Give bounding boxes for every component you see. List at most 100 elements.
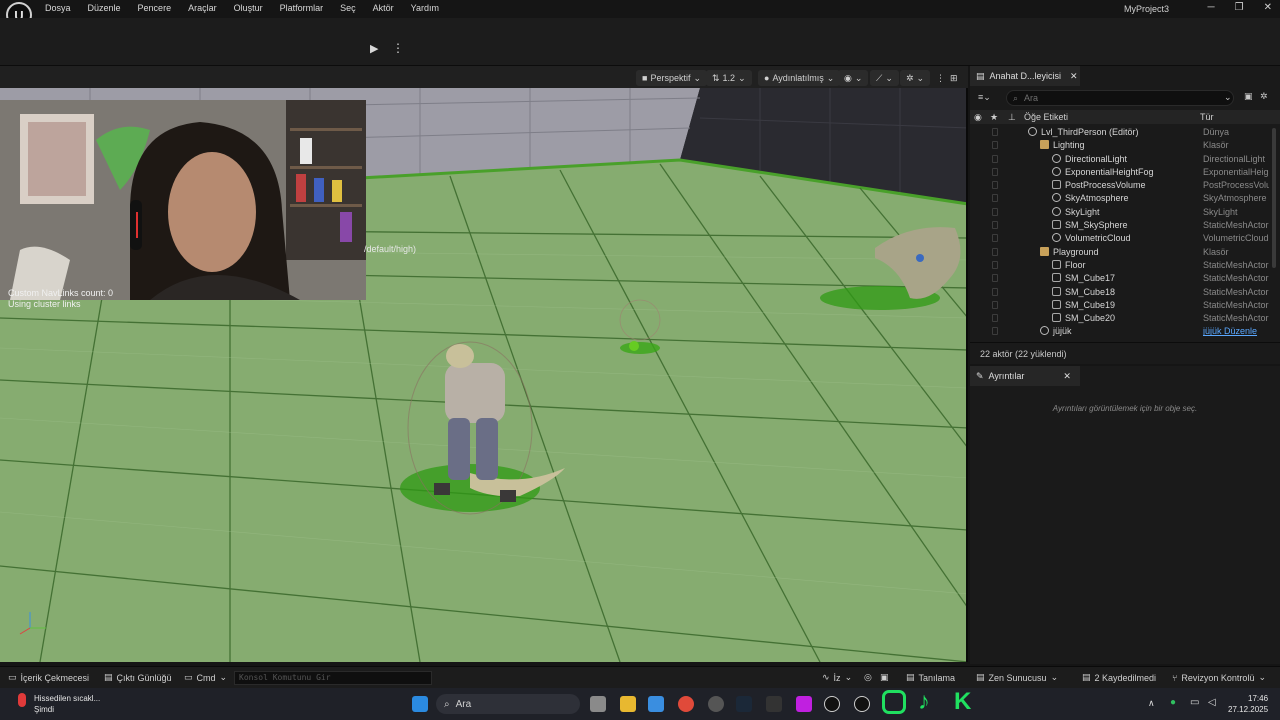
record-button[interactable]: ◎ (864, 672, 872, 683)
close-tab-icon[interactable]: ✕ (1063, 371, 1071, 382)
outliner-row[interactable]: Lvl_ThirdPerson (Editör) Dünya (970, 126, 1270, 139)
network-icon[interactable]: ▭ (1190, 697, 1199, 708)
weather-icon[interactable] (14, 693, 30, 713)
outliner-row[interactable]: SM_Cube20 StaticMeshActor (970, 312, 1270, 325)
menu-araclar[interactable]: Araçlar (188, 3, 226, 13)
epic-icon[interactable] (766, 696, 782, 712)
visibility-toggle-icon[interactable] (992, 327, 998, 336)
diagnostics-button[interactable]: ▤ Tanılama (906, 672, 955, 683)
level-viewport[interactable]: Custom NavLinks count: 0 Using cluster l… (0, 88, 968, 662)
outliner-search-input[interactable]: ⌕ Ara (1006, 90, 1234, 106)
close-icon[interactable]: ✕ (1264, 2, 1272, 13)
visibility-toggle-icon[interactable] (992, 141, 998, 150)
gear-icon[interactable]: ✲ (1260, 91, 1268, 102)
outliner-row[interactable]: VolumetricCloud VolumetricCloud (970, 232, 1270, 245)
camera-speed-dropdown[interactable]: ⇅ 1.2 ⌄ (706, 70, 752, 86)
outliner-scrollbar[interactable] (1272, 128, 1276, 268)
revision-control-dropdown[interactable]: ⑂ Revizyon Kontrolü ⌄ (1172, 672, 1266, 683)
filter-icon[interactable]: ≡⌄ (978, 92, 991, 103)
outliner-row[interactable]: Floor StaticMeshActor (970, 259, 1270, 272)
visibility-toggle-icon[interactable] (992, 274, 998, 283)
tray-chevron-icon[interactable]: ∧ (1148, 698, 1155, 709)
github-icon[interactable] (708, 696, 724, 712)
unsaved-button[interactable]: ▤ 2 Kaydedilmedi (1082, 672, 1156, 683)
screenshot-button[interactable]: ▣ (880, 672, 889, 683)
eye-column-icon[interactable]: ◉ (974, 112, 982, 123)
outliner-row[interactable]: SkyLight SkyLight (970, 206, 1270, 219)
column-type[interactable]: Tür (1200, 112, 1214, 122)
view-mode-dropdown[interactable]: ■ Perspektif ⌄ (636, 70, 708, 86)
visibility-toggle-icon[interactable] (992, 260, 998, 269)
play-button[interactable]: ▶ (370, 42, 378, 55)
menu-olustur[interactable]: Oluştur (234, 3, 272, 13)
transform-tools-dropdown[interactable]: ⟋ ⌄ (870, 70, 899, 86)
visibility-toggle-icon[interactable] (992, 234, 998, 243)
outliner-row[interactable]: PostProcessVolume PostProcessVolu (970, 179, 1270, 192)
menu-aktor[interactable]: Aktör (373, 3, 403, 13)
minimize-icon[interactable]: ─ (1208, 2, 1215, 13)
visibility-toggle-icon[interactable] (992, 247, 998, 256)
file-explorer-icon[interactable] (620, 696, 636, 712)
menu-sec[interactable]: Seç (340, 3, 365, 13)
chrome-icon[interactable] (678, 696, 694, 712)
outliner-row[interactable]: SM_SkySphere StaticMeshActor (970, 219, 1270, 232)
play-options-button[interactable]: ⋮ (392, 41, 404, 55)
unreal-icon[interactable] (824, 696, 840, 712)
visibility-toggle-icon[interactable] (992, 128, 998, 136)
visibility-toggle-icon[interactable] (992, 154, 998, 163)
close-tab-icon[interactable]: ✕ (1070, 71, 1078, 82)
cmd-dropdown[interactable]: ▭ Cmd ⌄ (184, 672, 227, 683)
tiktok-icon[interactable]: ♪ (918, 688, 930, 716)
app-icon[interactable] (796, 696, 812, 712)
visibility-toggle-icon[interactable] (992, 167, 998, 176)
lit-mode-dropdown[interactable]: ● Aydınlatılmış ⌄ (758, 70, 841, 86)
trace-dropdown[interactable]: ∿ İz ⌄ (822, 672, 852, 683)
windows-start-icon[interactable] (412, 696, 428, 712)
outliner-row[interactable]: SM_Cube17 StaticMeshActor (970, 272, 1270, 285)
tab-details[interactable]: ✎ Ayrıntılar ✕ (970, 366, 1080, 386)
visibility-toggle-icon[interactable] (992, 300, 998, 309)
output-log-button[interactable]: ▤ Çıktı Günlüğü (104, 672, 172, 683)
outliner-row[interactable]: jüjük jüjük Düzenle (970, 325, 1270, 338)
outliner-row[interactable]: ExponentialHeightFog ExponentialHeigh (970, 166, 1270, 179)
console-command-input[interactable]: Konsol Komutunu Gir (234, 671, 432, 685)
star-column-icon[interactable]: ★ (990, 112, 998, 123)
outliner-row[interactable]: DirectionalLight DirectionalLight (970, 153, 1270, 166)
maximize-icon[interactable]: ❐ (1235, 2, 1244, 13)
content-drawer-button[interactable]: ▭ İçerik Çekmecesi (8, 672, 89, 683)
visibility-toggle-icon[interactable] (992, 207, 998, 216)
store-icon[interactable] (648, 696, 664, 712)
outliner-row[interactable]: SM_Cube18 StaticMeshActor (970, 286, 1270, 299)
outliner-row[interactable]: Playground Klasör (970, 246, 1270, 259)
menu-pencere[interactable]: Pencere (138, 3, 181, 13)
viewport-settings-dropdown[interactable]: ✲ ⌄ (900, 70, 931, 86)
outliner-row[interactable]: Lighting Klasör (970, 139, 1270, 152)
menu-platformlar[interactable]: Platformlar (280, 3, 333, 13)
menu-duzenle[interactable]: Düzenle (88, 3, 130, 13)
add-folder-icon[interactable]: ▣ (1244, 91, 1253, 102)
viewport-layout-button[interactable]: ⊞ (944, 70, 964, 86)
instagram-icon[interactable] (882, 690, 906, 714)
outliner-row[interactable]: SM_Cube19 StaticMeshActor (970, 299, 1270, 312)
row-type[interactable]: jüjük Düzenle (1203, 325, 1269, 338)
taskbar-search[interactable]: ⌕ Ara (436, 694, 580, 714)
tab-outliner[interactable]: ▤ Anahat D...leyicisi ✕ (970, 66, 1080, 86)
pin-column-icon[interactable]: ⊥ (1008, 112, 1016, 123)
zen-server-dropdown[interactable]: ▤ Zen Sunucusu ⌄ (976, 672, 1058, 683)
chevron-down-icon[interactable]: ⌄ (1224, 92, 1232, 103)
task-view-icon[interactable] (590, 696, 606, 712)
show-flags-dropdown[interactable]: ◉ ⌄ (838, 70, 869, 86)
steam-icon[interactable] (736, 696, 752, 712)
visibility-toggle-icon[interactable] (992, 181, 998, 190)
volume-icon[interactable]: ◁ (1208, 697, 1216, 708)
column-item-label[interactable]: Öğe Etiketi (1024, 112, 1068, 122)
kick-icon[interactable]: K (954, 688, 971, 716)
visibility-toggle-icon[interactable] (992, 194, 998, 203)
menu-yardim[interactable]: Yardım (411, 3, 448, 13)
visibility-toggle-icon[interactable] (992, 287, 998, 296)
unreal-icon[interactable] (854, 696, 870, 712)
menu-dosya[interactable]: Dosya (45, 3, 80, 13)
mic-icon[interactable]: ● (1170, 697, 1176, 708)
visibility-toggle-icon[interactable] (992, 314, 998, 323)
visibility-toggle-icon[interactable] (992, 221, 998, 230)
